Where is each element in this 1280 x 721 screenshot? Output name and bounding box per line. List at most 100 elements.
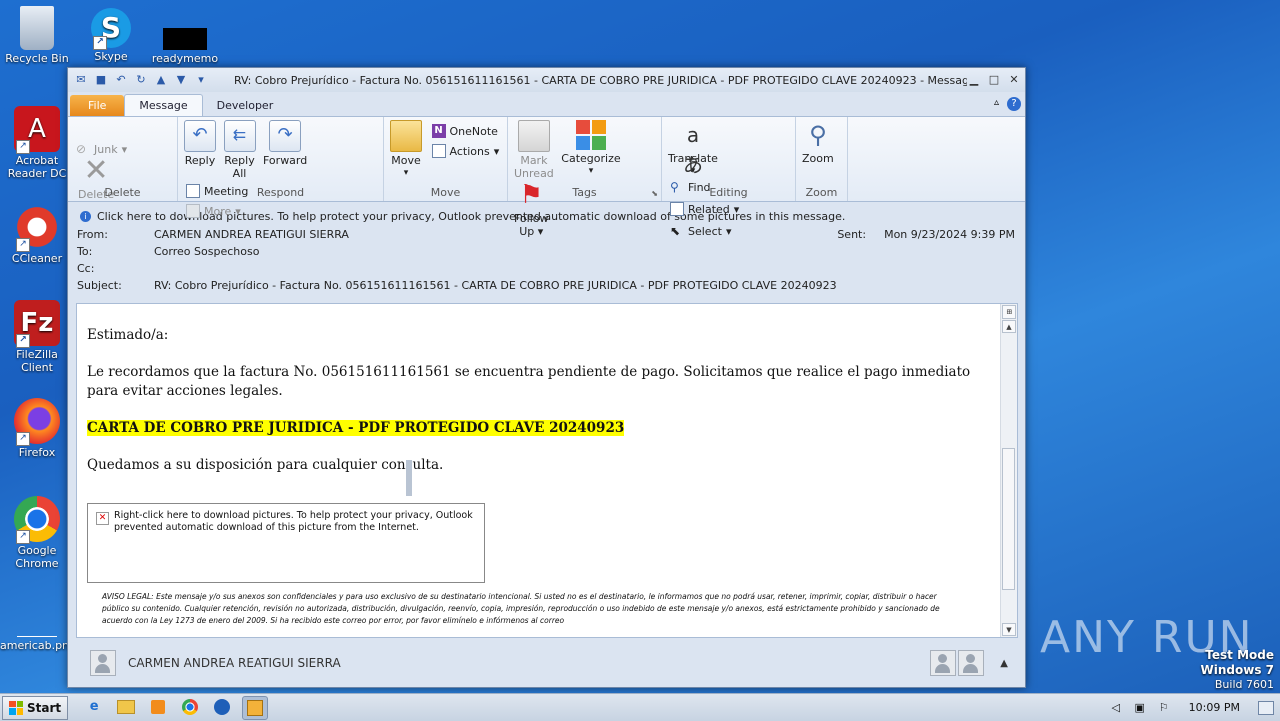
move-label: Move: [391, 154, 421, 167]
chrome-taskbar-icon[interactable]: [178, 696, 202, 718]
scroll-down-arrow-icon[interactable]: ▼: [1002, 623, 1016, 636]
start-label: Start: [27, 700, 62, 715]
scroll-thumb[interactable]: [1002, 448, 1015, 590]
desktop-icon-acrobat[interactable]: A ↗ Acrobat Reader DC: [0, 106, 74, 180]
blocked-image-placeholder[interactable]: ✕ Right-click here to download pictures.…: [87, 503, 485, 583]
onenote-icon: N: [431, 124, 446, 138]
group-label-tags: Tags: [572, 186, 597, 199]
actions-label: Actions: [449, 144, 490, 158]
tab-file[interactable]: File: [70, 95, 125, 116]
help-icon[interactable]: ?: [1007, 97, 1021, 111]
message-scrollbar[interactable]: ⊞ ▲ ▼: [1000, 304, 1017, 637]
desktop-icon-ccleaner[interactable]: ↗ CCleaner: [0, 204, 74, 265]
outlook-message-window: ✉ ■ ↶ ↻ ▲ ▼ ▾ RV: Cobro Prejurídico - Fa…: [67, 67, 1026, 688]
minimize-icon[interactable]: ▁: [967, 74, 981, 86]
ribbon-group-tags: Mark Unread Categorize ▾ ⚑ Follow Up ▾ T…: [508, 117, 662, 238]
test-mode-line2: Windows 7: [1200, 663, 1274, 677]
more-icon: [186, 204, 200, 218]
mark-unread-icon: [517, 120, 550, 152]
redo-icon[interactable]: ↻: [134, 73, 148, 87]
ccleaner-icon: ↗: [14, 204, 60, 252]
categorize-label: Categorize: [561, 152, 621, 165]
related-icon: [670, 202, 684, 216]
mark-unread-label-1: Mark: [520, 154, 548, 167]
reply-button[interactable]: ↶ Reply: [184, 120, 216, 167]
customize-qat-icon[interactable]: ▾: [194, 73, 208, 87]
chrome-icon: ↗: [14, 496, 60, 544]
greeting: Estimado/a:: [87, 327, 169, 343]
related-button[interactable]: Related ▾: [670, 202, 739, 216]
edge-taskbar-icon[interactable]: [210, 696, 234, 718]
maximize-icon[interactable]: □: [987, 74, 1001, 86]
firefox-icon: ↗: [14, 398, 60, 446]
tab-developer[interactable]: Developer: [203, 95, 288, 116]
desktop-icon-label: Skype: [94, 50, 128, 63]
contact-avatar-2[interactable]: [958, 650, 985, 676]
tags-dialog-launcher-icon[interactable]: ⬊: [651, 189, 658, 198]
volume-icon[interactable]: ◁: [1109, 701, 1123, 715]
scroll-up-arrow-icon[interactable]: ▲: [1002, 320, 1016, 333]
show-desktop-button[interactable]: [1258, 700, 1274, 715]
readymemo-icon: [163, 28, 207, 50]
mark-unread-label-2: Unread: [514, 167, 554, 180]
group-label-zoom: Zoom: [805, 186, 838, 199]
desktop-icon-skype[interactable]: S ↗ Skype: [74, 8, 148, 63]
collapse-ribbon-icon[interactable]: ▵: [994, 97, 999, 111]
outlook-envelope-icon: ✉: [76, 73, 86, 86]
reply-all-label-2: All: [232, 167, 247, 180]
tab-message[interactable]: Message: [124, 94, 203, 116]
desktop-icon-chrome[interactable]: ↗ Google Chrome: [0, 496, 74, 570]
reply-all-button[interactable]: ⇇ Reply All: [223, 120, 256, 180]
highlighted-link-text[interactable]: CARTA DE COBRO PRE JURIDICA - PDF PROTEG…: [87, 420, 625, 436]
close-icon[interactable]: ✕: [1007, 74, 1021, 86]
onenote-button[interactable]: N OneNote: [431, 124, 500, 138]
network-icon[interactable]: ▣: [1133, 701, 1147, 715]
desktop-icon-label: CCleaner: [11, 252, 63, 265]
actions-button[interactable]: Actions ▾: [431, 144, 499, 158]
message-body[interactable]: Estimado/a: Le recordamos que la factura…: [76, 303, 1018, 638]
legal-line-3: acuerdo con la Ley 1273 de enero del 200…: [102, 616, 565, 625]
desktop-icon-label: FileZilla Client: [16, 348, 58, 374]
media-player-icon[interactable]: [146, 696, 170, 718]
contact-avatar-1[interactable]: [930, 650, 957, 676]
desktop-icon-label: Google Chrome: [15, 544, 59, 570]
reply-all-label-1: Reply: [224, 154, 255, 167]
ribbon-tabs: File Message Developer ▵ ?: [68, 92, 1025, 116]
previous-item-icon[interactable]: ▲: [154, 73, 168, 87]
people-pane: CARMEN ANDREA REATIGUI SIERRA ▲: [76, 642, 1016, 684]
subject-label: Subject:: [77, 279, 122, 292]
internet-explorer-icon[interactable]: e: [82, 696, 106, 718]
mark-unread-button[interactable]: Mark Unread: [514, 120, 554, 180]
closing-line: Quedamos a su disposición para cualquier…: [87, 457, 444, 473]
zoom-button[interactable]: ⚲ Zoom: [802, 120, 834, 165]
action-center-flag-icon[interactable]: ⚐: [1157, 701, 1171, 715]
save-icon[interactable]: ■: [94, 73, 108, 87]
categorize-button[interactable]: Categorize ▾: [561, 120, 621, 178]
image-file-icon: [17, 610, 57, 637]
desktop-icon-americab[interactable]: americab.png: [0, 610, 76, 652]
next-item-icon[interactable]: ▼: [174, 73, 188, 87]
outlook-taskbar-icon[interactable]: [242, 695, 269, 720]
more-respond-button[interactable]: More ▾: [186, 204, 248, 218]
related-label: Related: [688, 202, 730, 216]
translate-button[interactable]: aあ Translate ▾: [668, 120, 718, 178]
desktop-icon-readymemo[interactable]: readymemo: [148, 28, 222, 65]
test-mode-watermark: Test Mode Windows 7 Build 7601: [1201, 648, 1274, 692]
windows-logo-icon: [9, 700, 23, 715]
move-button[interactable]: Move ▾: [390, 120, 422, 180]
file-explorer-icon[interactable]: [114, 696, 138, 718]
desktop-icon-filezilla[interactable]: Fz ↗ FileZilla Client: [0, 300, 74, 374]
to-value[interactable]: Correo Sospechoso: [154, 245, 259, 258]
forward-button[interactable]: ↷ Forward: [263, 120, 307, 167]
desktop-icon-recycle-bin[interactable]: Recycle Bin: [0, 6, 74, 65]
desktop-icon-firefox[interactable]: ↗ Firefox: [0, 398, 74, 459]
expand-people-pane-icon[interactable]: ▲: [1000, 658, 1008, 669]
scroll-split-icon[interactable]: ⊞: [1002, 305, 1016, 319]
actions-icon: [431, 144, 446, 158]
undo-icon[interactable]: ↶: [114, 73, 128, 87]
clock[interactable]: 10:09 PM: [1189, 701, 1240, 714]
from-value[interactable]: CARMEN ANDREA REATIGUI SIERRA: [154, 228, 349, 241]
system-tray: ◁ ▣ ⚐ 10:09 PM: [1109, 700, 1280, 715]
start-button[interactable]: Start: [2, 695, 69, 720]
reply-all-icon: ⇇: [223, 120, 256, 152]
